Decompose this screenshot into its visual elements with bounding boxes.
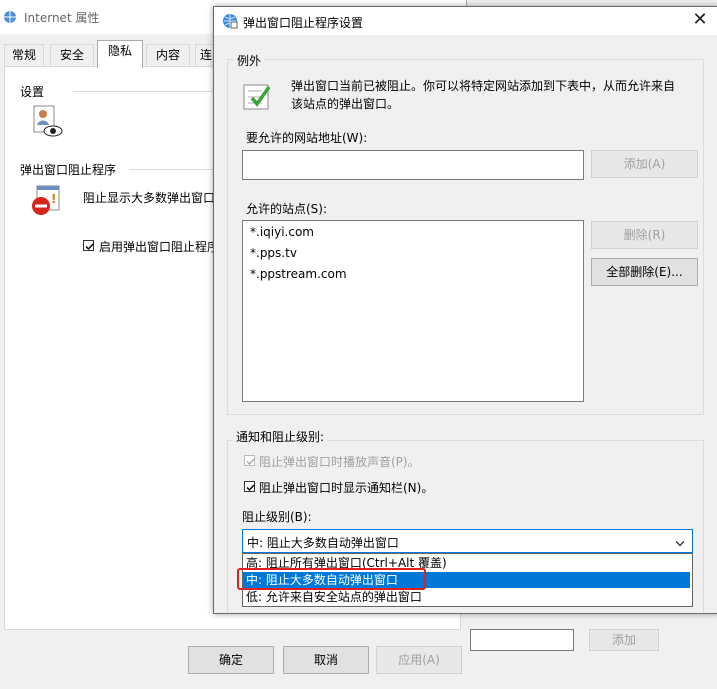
enable-popup-blocker-checkbox[interactable] [83, 240, 94, 251]
exceptions-description-line1: 弹出窗口当前已被阻止。你可以将特定网站添加到下表中，从而允许来自 [291, 79, 676, 93]
address-input[interactable] [242, 150, 584, 180]
tab-privacy[interactable]: 隐私 [97, 40, 143, 68]
popup-block-description: 阻止显示大多数弹出窗口 [83, 191, 216, 205]
behind-address-input[interactable] [470, 629, 574, 651]
add-button[interactable]: 添加(A) [591, 150, 698, 178]
tab-general[interactable]: 常规 [4, 44, 44, 67]
popup-block-icon: ! [31, 185, 61, 220]
cancel-button[interactable]: 取消 [283, 646, 369, 674]
popup-blocker-section-title: 弹出窗口阻止程序 [20, 161, 123, 178]
play-sound-label: 阻止弹出窗口时播放声音(P)。 [259, 455, 420, 469]
highlight-annotation-box [237, 568, 426, 590]
privacy-settings-icon [33, 105, 63, 142]
popup-divider [129, 169, 223, 170]
tab-content[interactable]: 内容 [146, 44, 190, 67]
settings-section-title: 设置 [20, 83, 51, 100]
remove-all-button[interactable]: 全部删除(E)... [591, 258, 698, 286]
exceptions-group-label: 例外 [234, 52, 265, 69]
level-option-low[interactable]: 低: 允许来自安全站点的弹出窗口 [243, 589, 690, 605]
behind-window-fragment: 添加 [466, 612, 717, 689]
allowed-sites-label: 允许的站点(S): [246, 202, 328, 216]
dialog-titlebar[interactable]: 弹出窗口阻止程序设置 ✕ [214, 7, 717, 35]
address-label: 要允许的网站地址(W): [246, 131, 368, 145]
chevron-down-icon [675, 537, 685, 551]
blocking-level-label: 阻止级别(B): [242, 510, 312, 524]
svg-text:!: ! [51, 192, 56, 206]
apply-button[interactable]: 应用(A) [376, 646, 462, 674]
list-item[interactable]: *.iqiyi.com [250, 225, 314, 239]
play-sound-checkbox[interactable] [244, 455, 255, 466]
dialog-icon [222, 13, 238, 29]
dialog-title: 弹出窗口阻止程序设置 [243, 16, 364, 30]
close-icon[interactable]: ✕ [690, 11, 710, 31]
internet-options-icon [3, 10, 17, 24]
list-item[interactable]: *.pps.tv [250, 246, 297, 260]
list-item[interactable]: *.ppstream.com [250, 267, 347, 281]
behind-add-button[interactable]: 添加 [589, 629, 659, 651]
enable-popup-blocker-label: 启用弹出窗口阻止程序 [99, 240, 220, 254]
show-notification-bar-checkbox[interactable] [244, 481, 255, 492]
blocking-level-selected-value: 中: 阻止大多数自动弹出窗口 [247, 536, 399, 550]
checklist-icon [242, 81, 274, 116]
remove-button[interactable]: 删除(R) [591, 221, 698, 249]
internet-options-title: Internet 属性 [24, 11, 100, 25]
allowed-sites-list[interactable]: *.iqiyi.com *.pps.tv *.ppstream.com [242, 220, 584, 402]
popup-blocker-settings-dialog: 弹出窗口阻止程序设置 ✕ 例外 弹出窗口当前已被阻止。你可以将特定网站添加到下表… [213, 6, 717, 614]
ok-button[interactable]: 确定 [188, 646, 274, 674]
settings-divider [73, 91, 223, 92]
blocking-level-select[interactable]: 中: 阻止大多数自动弹出窗口 [242, 529, 693, 553]
tab-security[interactable]: 安全 [50, 44, 94, 67]
exceptions-description-line2: 该站点的弹出窗口。 [291, 97, 400, 111]
notification-group-label: 通知和阻止级别: [233, 428, 328, 445]
show-notification-bar-label: 阻止弹出窗口时显示通知栏(N)。 [259, 481, 434, 495]
